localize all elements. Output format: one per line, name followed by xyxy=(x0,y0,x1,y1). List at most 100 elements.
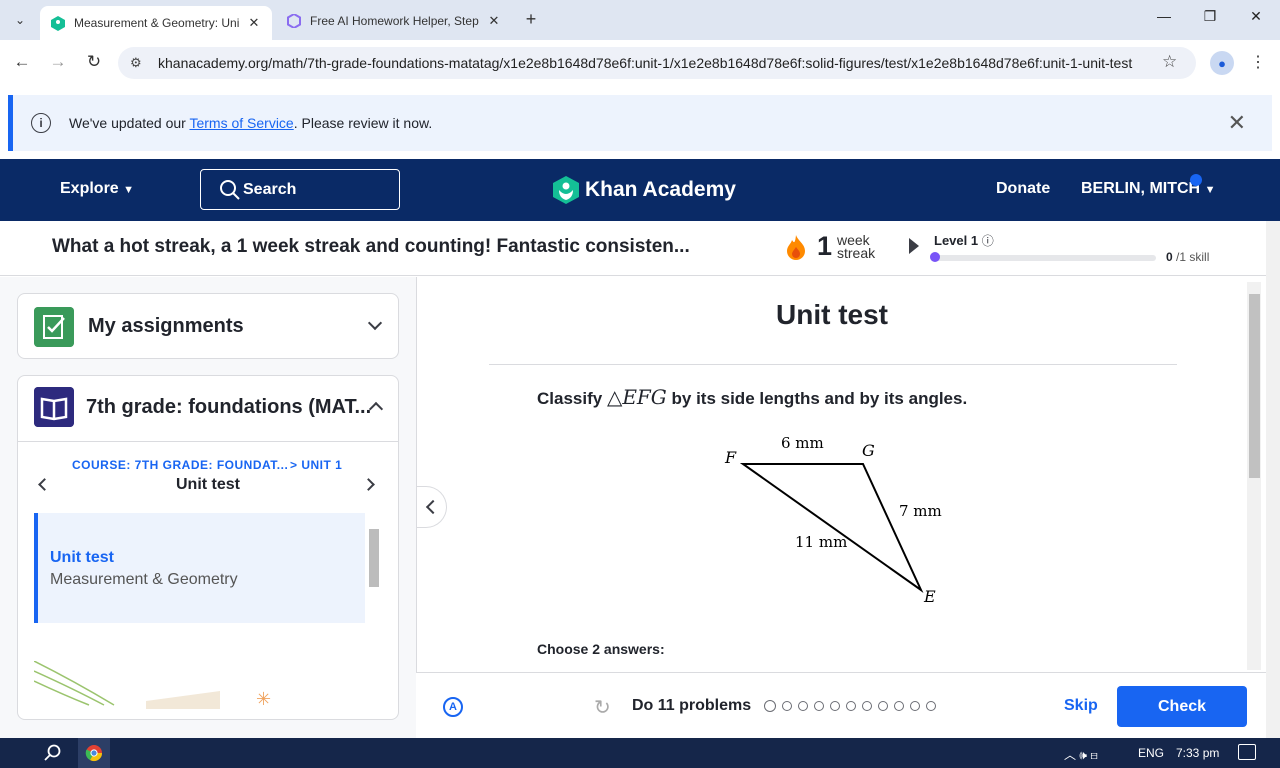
progress-dot xyxy=(764,700,776,712)
question-text: Classify △EFG by its side lengths and by… xyxy=(537,385,968,409)
back-icon[interactable]: ← xyxy=(10,52,34,74)
vertex-e-label: E xyxy=(923,587,936,606)
progress-dot xyxy=(878,701,888,711)
dismiss-banner-icon[interactable]: ✕ xyxy=(1228,110,1246,136)
close-tab-icon[interactable]: ✕ xyxy=(246,15,262,31)
search-button[interactable]: Search xyxy=(200,169,400,210)
clock[interactable]: 7:33 pm xyxy=(1176,746,1219,760)
assignments-icon xyxy=(34,307,74,347)
progress-dot xyxy=(782,701,792,711)
chevron-left-icon xyxy=(425,499,441,515)
skills-count: 0 /1 skill xyxy=(1166,250,1210,264)
caret-down-icon: ▼ xyxy=(1204,184,1216,196)
progress-dot xyxy=(846,701,856,711)
side-fg-label: 6 mm xyxy=(781,434,824,452)
minimize-icon[interactable]: — xyxy=(1152,8,1176,24)
ai-favicon-icon xyxy=(286,13,302,29)
problems-label: Do 11 problems xyxy=(632,697,752,714)
choose-instruction: Choose 2 answers: xyxy=(537,641,665,657)
system-tray-icons[interactable]: ︿ 🕪 ⊟ xyxy=(1064,746,1098,763)
browser-tab-bar: ⌄ Measurement & Geometry: Uni ✕ Free AI … xyxy=(0,0,1280,40)
tab-title: Free AI Homework Helper, Step xyxy=(310,14,479,28)
level-progress-marker xyxy=(930,252,940,262)
breadcrumb-course[interactable]: COURSE: 7TH GRADE: FOUNDAT... xyxy=(72,458,288,472)
streak-unit: week streak xyxy=(837,232,876,261)
tab-khan[interactable]: Measurement & Geometry: Uni ✕ xyxy=(40,6,272,40)
khan-academy-logo[interactable]: Khan Academy xyxy=(553,176,736,204)
course-title: 7th grade: foundations (MAT... xyxy=(86,396,372,418)
progress-dot xyxy=(814,701,824,711)
donate-link[interactable]: Donate xyxy=(996,180,1050,198)
triangle-diagram: F G E 6 mm 7 mm 11 mm xyxy=(724,434,942,606)
divider xyxy=(489,364,1177,365)
main-scroll-thumb[interactable] xyxy=(1249,294,1260,478)
triangle-efg xyxy=(739,463,924,593)
forward-icon[interactable]: → xyxy=(46,52,70,74)
taskbar-search-icon[interactable] xyxy=(44,744,62,762)
course-book-icon xyxy=(34,387,74,427)
side-fe-label: 11 mm xyxy=(795,533,847,551)
reload-icon[interactable]: ↻ xyxy=(82,52,106,74)
svg-text:✳: ✳ xyxy=(256,689,271,709)
decorative-illustration: ✳ xyxy=(34,661,271,709)
accessibility-icon[interactable]: A xyxy=(443,697,463,717)
my-assignments-card[interactable]: My assignments xyxy=(17,293,399,359)
site-info-icon[interactable]: ⚙ xyxy=(130,55,142,71)
language-indicator[interactable]: ENG xyxy=(1138,746,1164,760)
streak-message: What a hot streak, a 1 week streak and c… xyxy=(52,236,690,257)
url-field[interactable]: khanacademy.org/math/7th-grade-foundatio… xyxy=(118,47,1196,79)
browser-menu-icon[interactable]: ⋮ xyxy=(1250,52,1266,72)
tab-title: Measurement & Geometry: Uni xyxy=(74,16,240,30)
sidebar-item-unit-test[interactable]: Unit test Measurement & Geometry xyxy=(34,513,365,623)
page-scrollbar[interactable] xyxy=(1266,221,1280,738)
notification-dot xyxy=(1190,174,1202,186)
item-title: Unit test xyxy=(50,549,114,566)
profile-icon[interactable]: ● xyxy=(1210,51,1234,75)
vertex-g-label: G xyxy=(862,441,875,460)
close-tab-icon[interactable]: ✕ xyxy=(486,13,502,29)
khan-logo-icon xyxy=(553,176,579,204)
my-assignments-label: My assignments xyxy=(88,315,244,337)
play-icon[interactable] xyxy=(909,238,919,254)
search-label: Search xyxy=(243,180,297,198)
bookmark-star-icon[interactable]: ☆ xyxy=(1162,52,1177,72)
progress-dot xyxy=(926,701,936,711)
terms-banner: i We've updated our Terms of Service. Pl… xyxy=(8,95,1272,151)
info-icon: i xyxy=(31,113,51,133)
level-label: Level 1 ⓘ xyxy=(934,233,994,248)
info-icon[interactable]: ⓘ xyxy=(982,234,994,248)
streak-count: 1 xyxy=(817,231,833,261)
banner-text: We've updated our Terms of Service. Plea… xyxy=(69,115,433,131)
page-title: Unit test xyxy=(776,299,888,330)
progress-dot xyxy=(894,701,904,711)
sidebar-scroll-thumb[interactable] xyxy=(369,529,379,587)
course-card: 7th grade: foundations (MAT... COURSE: 7… xyxy=(17,375,399,720)
chevron-down-icon[interactable] xyxy=(367,315,383,331)
progress-dots xyxy=(764,700,936,712)
explore-menu[interactable]: Explore ▼ xyxy=(60,180,134,198)
windows-taskbar: ︿ 🕪 ⊟ ENG 7:33 pm xyxy=(0,738,1280,768)
progress-dot xyxy=(862,701,872,711)
check-button[interactable]: Check xyxy=(1117,686,1247,727)
progress-dot xyxy=(830,701,840,711)
sidebar: My assignments 7th grade: foundations (M… xyxy=(0,277,416,738)
tab-homework-helper[interactable]: Free AI Homework Helper, Step ✕ xyxy=(276,6,512,36)
main-content: Unit test Classify △EFG by its side leng… xyxy=(416,277,1266,738)
notifications-icon[interactable] xyxy=(1238,744,1256,760)
tab-search-menu-icon[interactable]: ⌄ xyxy=(8,8,32,32)
new-tab-icon[interactable]: + xyxy=(520,8,542,30)
breadcrumb-unit[interactable]: > UNIT 1 xyxy=(290,458,342,472)
terms-link[interactable]: Terms of Service xyxy=(189,115,293,131)
taskbar-chrome-icon[interactable] xyxy=(78,738,110,768)
level-progress-bar xyxy=(934,255,1156,261)
vertex-f-label: F xyxy=(724,448,737,467)
restore-icon[interactable]: ❐ xyxy=(1198,8,1222,25)
skip-button[interactable]: Skip xyxy=(1064,697,1098,715)
caret-down-icon: ▼ xyxy=(123,184,135,196)
streak-bar: What a hot streak, a 1 week streak and c… xyxy=(0,221,1266,276)
course-header[interactable]: 7th grade: foundations (MAT... xyxy=(18,376,398,442)
exercise-footer: A ↻ Do 11 problems Skip Check xyxy=(416,672,1266,738)
progress-dot xyxy=(798,701,808,711)
close-window-icon[interactable]: ✕ xyxy=(1244,8,1268,25)
khan-favicon-icon xyxy=(50,15,66,31)
